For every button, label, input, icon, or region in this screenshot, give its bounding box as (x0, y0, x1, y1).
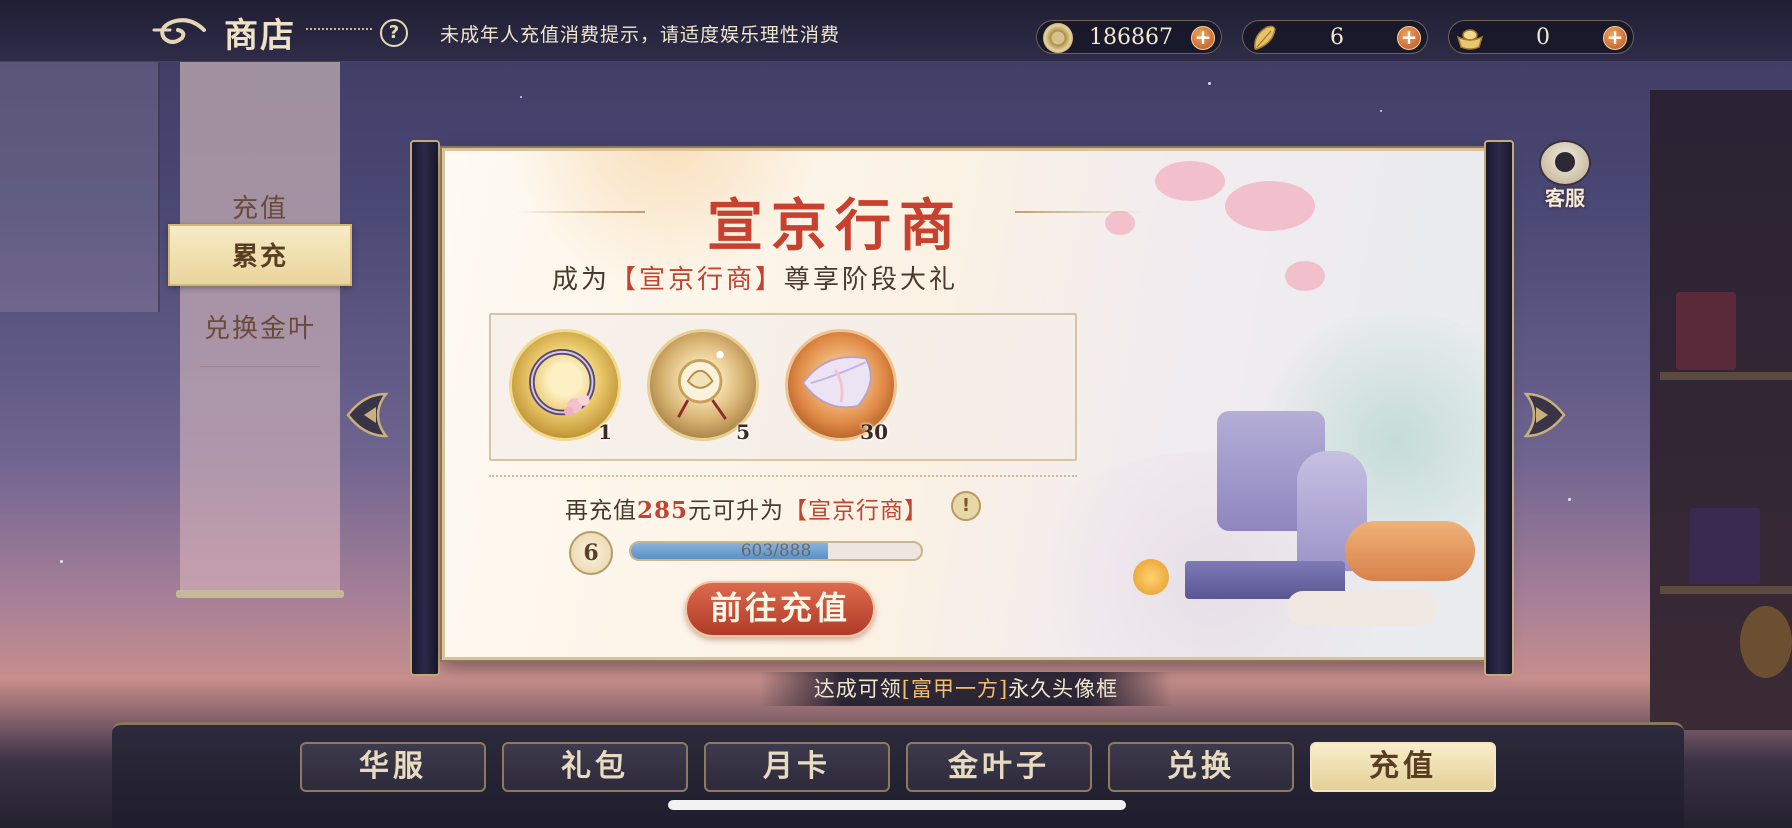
currency-ingot: 0 + (1448, 20, 1634, 54)
shelf-box (1676, 292, 1736, 370)
side-item-cumulative-recharge[interactable]: 累充 (168, 224, 352, 286)
star-decoration (1380, 110, 1382, 112)
shelf-board (1660, 372, 1792, 380)
upgrade-middle: 元可升为 (688, 498, 785, 524)
side-item-exchange-gold-leaf[interactable]: 兑换金叶 (180, 298, 340, 360)
tab-exchange[interactable]: 兑换 (1108, 742, 1294, 792)
side-menu: 充值 累充 兑换金叶 (168, 62, 352, 592)
panel-title: 宣京行商 (707, 193, 963, 259)
go-recharge-button[interactable]: 前往充值 (685, 581, 875, 637)
subtitle-prefix: 成为 (551, 265, 610, 295)
gift-bowl (1345, 521, 1475, 581)
reward-divider (489, 475, 1077, 477)
note-highlight: [富甲一方] (901, 677, 1009, 701)
gold-leaf-icon (1254, 25, 1276, 50)
page-title: 商店 (224, 16, 296, 56)
tab-gift-pack[interactable]: 礼包 (502, 742, 688, 792)
title-ornament-left (515, 211, 645, 213)
coin-value: 186867 (1089, 25, 1173, 50)
back-button[interactable] (150, 12, 210, 48)
recharge-progress-bar: 603/888 (629, 541, 923, 561)
reward-item[interactable]: 30 (785, 329, 897, 444)
customer-service-button[interactable]: 客服 (1532, 140, 1598, 212)
subtitle-suffix: 尊享阶段大礼 (784, 265, 959, 295)
shelf-box (1690, 508, 1760, 584)
scroll-rod-decoration (176, 590, 344, 598)
reward-item[interactable]: 1 (509, 329, 621, 444)
star-decoration (60, 560, 63, 563)
currency-gold-leaf: 6 + (1242, 20, 1428, 54)
scroll-rod-left (410, 140, 440, 676)
title-divider (306, 28, 372, 30)
reward-quantity: 5 (736, 420, 750, 444)
blossom-decoration (1225, 181, 1315, 231)
upgrade-hint: 再充值285元可升为【宣京行商】 (565, 491, 928, 525)
side-divider (200, 366, 320, 367)
previous-arrow-button[interactable] (342, 390, 398, 440)
add-coins-button[interactable]: + (1191, 26, 1215, 50)
reward-list: 1 5 30 (489, 313, 1077, 461)
top-bar: 商店 ? 未成年人充值消费提示，请适度娱乐理性消费 186867 + 6 + 0… (0, 0, 1792, 62)
home-indicator[interactable] (668, 800, 1126, 810)
reward-note: 达成可领[富甲一方]永久头像框 (760, 672, 1172, 706)
blossom-decoration (1155, 161, 1225, 201)
upgrade-target: 【宣京行商】 (784, 498, 929, 524)
coin-icon (1043, 23, 1073, 53)
ingot-icon (1456, 29, 1484, 50)
progress-text: 603/888 (740, 541, 812, 561)
vip-level-badge: 6 (569, 531, 613, 575)
gift-orb (1133, 559, 1169, 595)
help-icon[interactable]: ? (380, 19, 408, 47)
next-arrow-button[interactable] (1514, 390, 1570, 440)
star-decoration (520, 96, 522, 98)
title-ornament-right (1015, 211, 1145, 213)
panel-subtitle: 成为【宣京行商】尊享阶段大礼 (505, 259, 1005, 296)
scroll-rod-right (1484, 140, 1514, 676)
note-suffix: 永久头像框 (1008, 677, 1119, 701)
reward-quantity: 30 (860, 420, 888, 444)
currency-coins: 186867 + (1036, 20, 1222, 54)
ingot-value: 0 (1536, 25, 1550, 50)
gift-scroll (1287, 591, 1437, 625)
tab-recharge[interactable]: 充值 (1310, 742, 1496, 792)
tab-costume[interactable]: 华服 (300, 742, 486, 792)
star-decoration (1568, 498, 1571, 501)
upgrade-amount: 285 (637, 497, 689, 524)
subtitle-highlight: 【宣京行商】 (609, 265, 784, 295)
blossom-decoration (1105, 211, 1135, 235)
star-decoration (1208, 82, 1211, 85)
upgrade-prefix: 再充值 (565, 498, 637, 524)
add-gold-leaf-button[interactable]: + (1397, 26, 1421, 50)
gold-leaf-value: 6 (1330, 25, 1344, 50)
reward-quantity: 1 (598, 420, 612, 444)
info-icon[interactable]: ! (951, 491, 981, 521)
tab-gold-leaf[interactable]: 金叶子 (906, 742, 1092, 792)
note-prefix: 达成可领 (813, 677, 902, 701)
headset-icon (1539, 140, 1591, 186)
cumulative-recharge-panel: 宣京行商 成为【宣京行商】尊享阶段大礼 1 5 30 再充值285元可升为【宣京… (442, 148, 1502, 660)
minor-spending-notice: 未成年人充值消费提示，请适度娱乐理性消费 (440, 24, 841, 46)
tab-monthly-card[interactable]: 月卡 (704, 742, 890, 792)
shelf-clock (1740, 606, 1792, 678)
add-ingot-button[interactable]: + (1603, 26, 1627, 50)
blossom-decoration (1285, 261, 1325, 291)
customer-service-label: 客服 (1545, 186, 1585, 210)
reward-item[interactable]: 5 (647, 329, 759, 444)
shelf-board (1660, 586, 1792, 594)
wall-scroll-decoration (0, 62, 160, 312)
